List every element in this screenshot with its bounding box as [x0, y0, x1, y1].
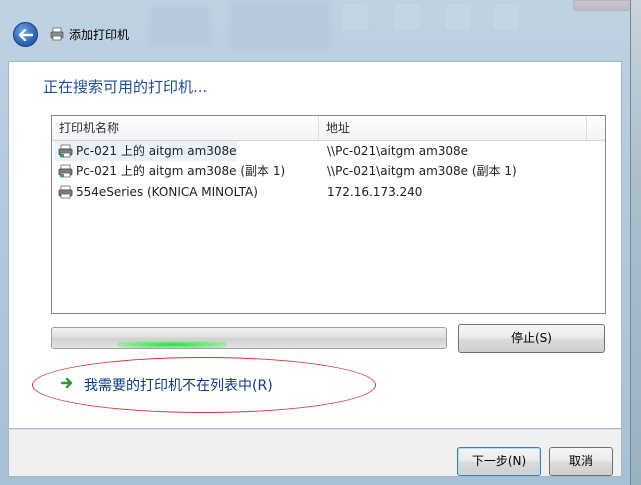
list-item[interactable]: Pc-021 上的 aitgm am308e (副本 1) \\Pc-021\a… [52, 161, 605, 181]
column-header-name[interactable]: 打印机名称 [52, 116, 319, 140]
printer-name: Pc-021 上的 aitgm am308e (副本 1) [76, 164, 286, 178]
printer-icon [58, 164, 73, 178]
stop-button[interactable]: 停止(S) [458, 324, 605, 353]
page-title: 正在搜索可用的打印机... [43, 78, 208, 96]
search-progress-bar [51, 327, 447, 349]
printer-not-listed-link[interactable]: 我需要的打印机不在列表中(R) [84, 375, 273, 395]
add-printer-window: 添加打印机 正在搜索可用的打印机... 打印机名称 地址 Pc-021 上的 a… [0, 0, 631, 485]
printer-address: 172.16.173.240 [327, 185, 423, 199]
list-header: 打印机名称 地址 [52, 116, 605, 141]
printer-address: \\Pc-021\aitgm am308e [327, 144, 469, 158]
list-item[interactable]: 554eSeries (KONICA MINOLTA) 172.16.173.2… [52, 182, 605, 202]
title-bar: 添加打印机 [0, 0, 630, 68]
printer-icon [58, 144, 73, 158]
cancel-button[interactable]: 取消 [549, 447, 613, 476]
back-arrow-icon [18, 28, 33, 41]
printer-name: 554eSeries (KONICA MINOLTA) [76, 185, 258, 199]
window-title: 添加打印机 [69, 28, 130, 42]
next-button[interactable]: 下一步(N) [457, 447, 541, 476]
column-header-address[interactable]: 地址 [319, 116, 587, 140]
list-item[interactable]: Pc-021 上的 aitgm am308e \\Pc-021\aitgm am… [52, 141, 605, 161]
column-header-filler [587, 116, 605, 140]
back-button[interactable] [13, 22, 38, 47]
printer-address: \\Pc-021\aitgm am308e (副本 1) [327, 164, 517, 178]
printer-icon [50, 27, 64, 41]
printer-name: Pc-021 上的 aitgm am308e [76, 144, 237, 158]
progress-marquee [117, 341, 227, 348]
green-arrow-icon [60, 377, 73, 389]
printer-icon [58, 185, 73, 199]
printer-list[interactable]: 打印机名称 地址 Pc-021 上的 aitgm am308e \\Pc-021… [51, 115, 606, 314]
